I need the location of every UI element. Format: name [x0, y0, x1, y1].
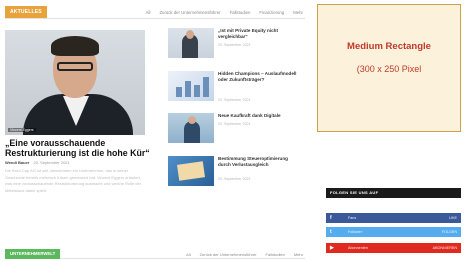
hero-title[interactable]: „Eine vorausschauende Restrukturierung i…: [5, 138, 150, 158]
section-header-unternehmerwelt: UNTERNEHMERWELT All Zurück der Unternehm…: [5, 249, 305, 259]
hero-meta: Wendi Bauer 20. September 2021: [5, 160, 70, 165]
tab-all[interactable]: All: [186, 252, 190, 257]
list-item[interactable]: Hidden Champions – Auslaufmodell oder Zu…: [168, 71, 298, 105]
section-header-aktuelles: AKTUELLES All Zurück der Unternehmensfüh…: [5, 6, 305, 19]
article-date: 20. September 2021: [218, 177, 251, 181]
article-thumbnail[interactable]: [168, 28, 214, 58]
list-item[interactable]: „Ist mit Private Equity nicht vergleichb…: [168, 28, 298, 62]
section-tabs: All Zurück der Unternehmensführer Fallst…: [146, 6, 303, 18]
portrait-glasses: [57, 62, 93, 71]
thumb-bar: [194, 85, 200, 97]
section-tabs: All Zurück der Unternehmensführer Fallst…: [186, 249, 303, 259]
hero-image[interactable]: Vincent Eggers: [5, 30, 145, 135]
tab-finanzierung[interactable]: Finanzierung: [259, 10, 284, 15]
facebook-icon: f: [330, 215, 332, 221]
list-item[interactable]: Bestimmung Steueroptimierung durch Verlu…: [168, 156, 298, 190]
youtube-button[interactable]: ▶ Abonnenten ABONNIEREN: [326, 243, 461, 253]
twitter-label: Follower: [348, 230, 362, 234]
hero-date: 20. September 2021: [33, 160, 70, 165]
tab-unternehmensfuehrer[interactable]: Zurück der Unternehmensführer: [200, 252, 257, 257]
facebook-label: Fans: [348, 216, 357, 220]
twitter-button[interactable]: t Follower FOLGEN: [326, 227, 461, 237]
tab-all[interactable]: All: [146, 10, 151, 15]
article-thumbnail[interactable]: [168, 71, 214, 101]
tab-fallstudien[interactable]: Fallstudien: [230, 10, 251, 15]
hero-excerpt: Die Bord-Cap AG ist seit Jahrzehnten ein…: [5, 168, 142, 194]
youtube-icon: ▶: [330, 245, 334, 251]
ad-medium-rectangle[interactable]: Medium Rectangle (300 x 250 Pixel: [317, 4, 461, 132]
article-thumbnail[interactable]: [168, 113, 214, 143]
tab-mehr[interactable]: Mehr: [293, 10, 303, 15]
ad-size: (300 x 250 Pixel: [356, 64, 422, 74]
article-date: 20. September 2021: [218, 122, 251, 126]
youtube-label: Abonnenten: [348, 246, 368, 250]
article-date: 20. September 2021: [218, 98, 251, 102]
list-item[interactable]: Neue Kaufkraft dank Digitale 20. Septemb…: [168, 113, 298, 147]
social-heading: FOLGEN SIE UNS AUF: [326, 188, 461, 198]
ad-title: Medium Rectangle: [347, 41, 431, 52]
facebook-button[interactable]: f Fans LIKE: [326, 213, 461, 223]
portrait-hair: [51, 36, 99, 56]
thumb-bar: [185, 81, 191, 97]
facebook-action: LIKE: [449, 216, 457, 220]
thumb-head: [186, 30, 194, 39]
twitter-action: FOLGEN: [441, 230, 457, 234]
article-thumbnail[interactable]: [168, 156, 214, 186]
article-title[interactable]: Bestimmung Steueroptimierung durch Verlu…: [218, 156, 298, 168]
tab-mehr[interactable]: Mehr: [294, 252, 303, 257]
hero-author[interactable]: Wendi Bauer: [5, 160, 29, 165]
thumb-bar: [176, 87, 182, 97]
article-title[interactable]: Neue Kaufkraft dank Digitale: [218, 113, 298, 119]
youtube-action: ABONNIEREN: [432, 246, 457, 250]
section-tag[interactable]: UNTERNEHMERWELT: [5, 249, 61, 259]
tab-fallstudien[interactable]: Fallstudien: [266, 252, 285, 257]
thumb-flag: [177, 161, 205, 181]
article-date: 20. September 2021: [218, 43, 251, 47]
article-title[interactable]: „Ist mit Private Equity nicht vergleichb…: [218, 28, 298, 40]
photo-caption: Vincent Eggers: [8, 128, 36, 132]
thumb-head: [188, 116, 196, 124]
twitter-icon: t: [330, 229, 332, 235]
thumb-person: [184, 121, 200, 143]
thumb-bar: [203, 77, 209, 97]
section-tag[interactable]: AKTUELLES: [5, 6, 47, 18]
tab-unternehmensfuehrer[interactable]: Zurück der Unternehmensführer: [159, 10, 220, 15]
article-title[interactable]: Hidden Champions – Auslaufmodell oder Zu…: [218, 71, 298, 83]
